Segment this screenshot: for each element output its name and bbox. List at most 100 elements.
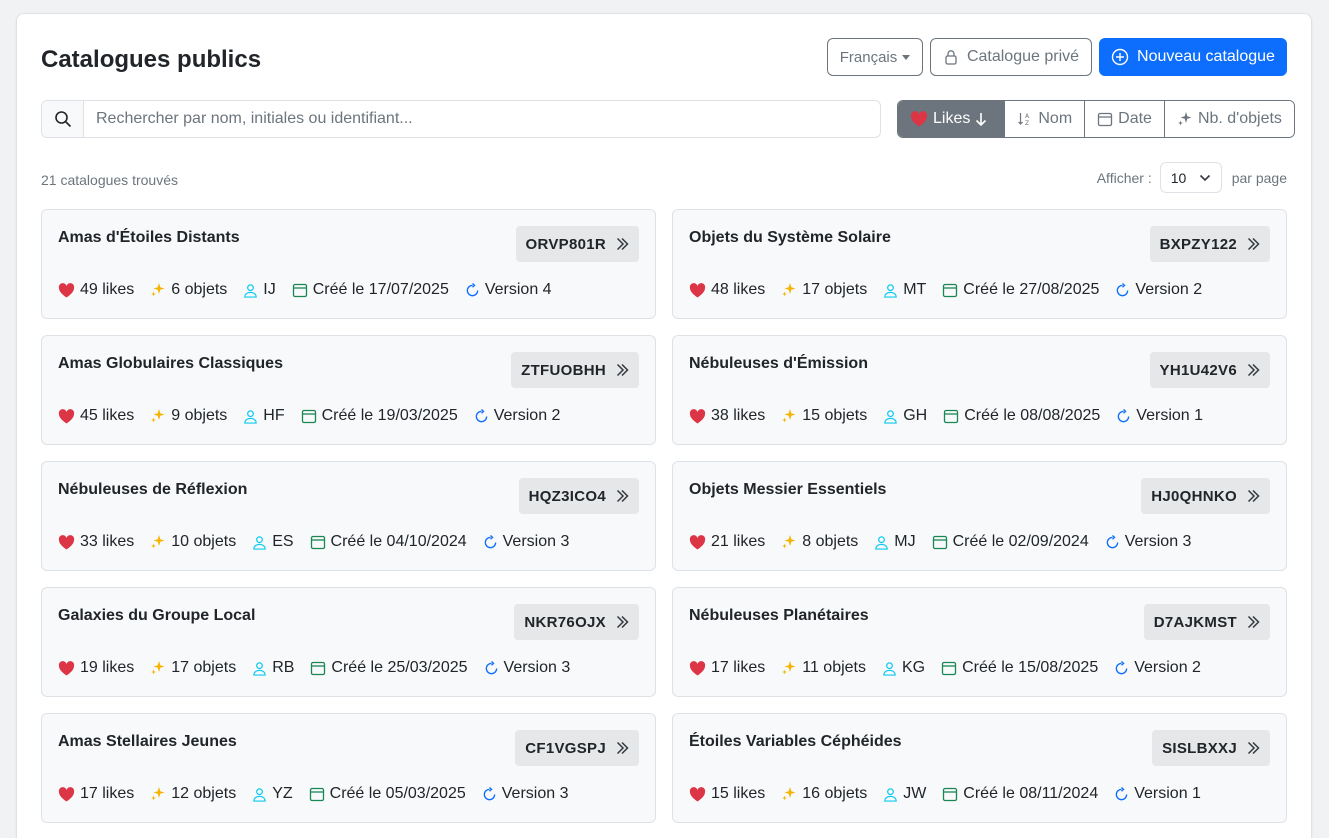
catalogue-code-button[interactable]: YH1U42V6 [1149, 352, 1270, 388]
author-initials: IJ [263, 281, 276, 298]
catalogue-code-button[interactable]: NKR76OJX [514, 604, 639, 640]
author-initials: HF [263, 407, 285, 424]
likes-count: 38 likes [711, 407, 766, 424]
catalogue-code-button[interactable]: BXPZY122 [1149, 226, 1270, 262]
version-meta: Version 2 [474, 407, 560, 425]
calendar-icon [311, 661, 326, 676]
person-icon [875, 535, 889, 550]
likes-meta: 15 likes [689, 785, 765, 803]
person-icon [253, 787, 266, 802]
per-page-control: Afficher : 10 par page [1097, 162, 1287, 193]
sparkle-icon [151, 661, 165, 675]
objects-count: 12 objets [171, 785, 237, 802]
catalogue-code-button[interactable]: ZTFUOBHH [511, 352, 639, 388]
private-catalogue-label: Catalogue privé [966, 48, 1080, 65]
version-label: Version 1 [1134, 785, 1201, 802]
catalogue-card[interactable]: Amas d'Étoiles Distants ORVP801R 49 like… [41, 209, 656, 319]
catalogue-meta: 38 likes 15 objets GH Créé le 08/08/2025… [689, 407, 1219, 425]
created-date: Créé le 17/07/2025 [312, 281, 449, 298]
catalogue-code-button[interactable]: ORVP801R [515, 226, 639, 262]
chevron-double-right-icon [1247, 489, 1260, 503]
search-input[interactable] [84, 101, 880, 137]
private-catalogue-button[interactable]: Catalogue privé [930, 38, 1092, 76]
author-meta: MJ [874, 533, 916, 551]
heart-icon [689, 408, 706, 423]
catalogue-code: NKR76OJX [524, 613, 606, 631]
sort-date-button[interactable]: Date [1084, 101, 1164, 137]
sparkle-icon [151, 535, 165, 549]
person-icon [883, 661, 896, 676]
catalogue-card[interactable]: Galaxies du Groupe Local NKR76OJX 19 lik… [41, 587, 656, 697]
arrow-down-icon [976, 113, 987, 127]
calendar-icon [301, 409, 316, 424]
version-label: Version 2 [1135, 281, 1203, 298]
catalogue-card[interactable]: Amas Stellaires Jeunes CF1VGSPJ 17 likes… [41, 713, 656, 823]
likes-count: 15 likes [711, 785, 766, 802]
chevron-double-right-icon [1247, 237, 1260, 251]
objects-count: 15 objets [802, 407, 868, 424]
author-initials: RB [272, 659, 295, 676]
objects-count: 16 objets [802, 785, 868, 802]
created-date: Créé le 08/08/2025 [964, 407, 1101, 424]
created-meta: Créé le 05/03/2025 [309, 785, 466, 803]
person-icon [253, 661, 266, 676]
author-initials: GH [903, 407, 928, 424]
catalogue-title: Objets du Système Solaire [689, 229, 891, 246]
author-meta: KG [882, 659, 925, 677]
objects-meta: 11 objets [781, 659, 866, 677]
calendar-icon [941, 661, 957, 676]
language-dropdown[interactable]: Français [827, 38, 923, 76]
refresh-icon [1118, 408, 1130, 422]
catalogue-code-button[interactable]: D7AJKMST [1143, 604, 1270, 640]
likes-count: 17 likes [711, 659, 766, 676]
likes-count: 33 likes [80, 533, 135, 550]
likes-meta: 45 likes [58, 407, 134, 425]
per-page-value: 10 [1170, 169, 1187, 186]
created-date: Créé le 08/11/2024 [963, 785, 1099, 802]
author-initials: KG [902, 659, 926, 676]
catalogue-code-button[interactable]: CF1VGSPJ [515, 730, 639, 766]
catalogue-code-button[interactable]: HQZ3ICO4 [518, 478, 639, 514]
author-meta: RB [252, 659, 294, 677]
catalogue-card[interactable]: Nébuleuses d'Émission YH1U42V6 38 likes … [672, 335, 1287, 445]
catalogue-title: Amas Stellaires Jeunes [58, 733, 237, 750]
catalogue-meta: 17 likes 12 objets YZ Créé le 05/03/2025… [58, 785, 584, 803]
sort-objects-button[interactable]: Nb. d'objets [1163, 101, 1294, 137]
objects-count: 10 objets [171, 533, 237, 550]
catalogue-meta: 33 likes 10 objets ES Créé le 04/10/2024… [58, 533, 585, 551]
likes-count: 17 likes [80, 785, 135, 802]
objects-meta: 12 objets [150, 785, 236, 803]
catalogue-card[interactable]: Nébuleuses de Réflexion HQZ3ICO4 33 like… [41, 461, 656, 571]
catalogue-card[interactable]: Objets du Système Solaire BXPZY122 48 li… [672, 209, 1287, 319]
catalogue-card[interactable]: Nébuleuses Planétaires D7AJKMST 17 likes… [672, 587, 1287, 697]
created-date: Créé le 05/03/2025 [329, 785, 466, 802]
catalogue-card[interactable]: Étoiles Variables Céphéides SISLBXXJ 15 … [672, 713, 1287, 823]
catalogue-code-button[interactable]: HJ0QHNKO [1141, 478, 1270, 514]
author-meta: IJ [243, 281, 276, 299]
per-page-suffix: par page [1231, 169, 1287, 186]
created-date: Créé le 15/08/2025 [962, 659, 1099, 676]
likes-meta: 17 likes [58, 785, 134, 803]
new-catalogue-button[interactable]: Nouveau catalogue [1099, 38, 1287, 76]
sparkle-icon [782, 661, 796, 675]
per-page-select[interactable]: 10 [1159, 162, 1222, 193]
sparkle-icon [782, 787, 796, 801]
language-label: Français [839, 48, 898, 66]
created-meta: Créé le 08/11/2024 [942, 785, 1098, 803]
chevron-double-right-icon [1247, 363, 1260, 377]
sort-likes-button[interactable]: Likes [898, 101, 1005, 137]
svg-text:A: A [1025, 113, 1030, 120]
created-meta: Créé le 04/10/2024 [310, 533, 467, 551]
catalogue-code-button[interactable]: SISLBXXJ [1152, 730, 1270, 766]
catalogue-title: Objets Messier Essentiels [689, 481, 887, 498]
objects-meta: 10 objets [150, 533, 236, 551]
catalog-panel: Catalogues publics Français Catalogue pr… [16, 13, 1312, 838]
heart-icon [58, 786, 75, 801]
sparkle-icon [782, 535, 796, 549]
catalogue-card[interactable]: Objets Messier Essentiels HJ0QHNKO 21 li… [672, 461, 1287, 571]
catalogue-card[interactable]: Amas Globulaires Classiques ZTFUOBHH 45 … [41, 335, 656, 445]
version-meta: Version 4 [465, 281, 552, 299]
version-label: Version 3 [502, 533, 570, 550]
sort-name-button[interactable]: A Z Nom [1004, 101, 1085, 137]
version-meta: Version 2 [1115, 281, 1202, 299]
